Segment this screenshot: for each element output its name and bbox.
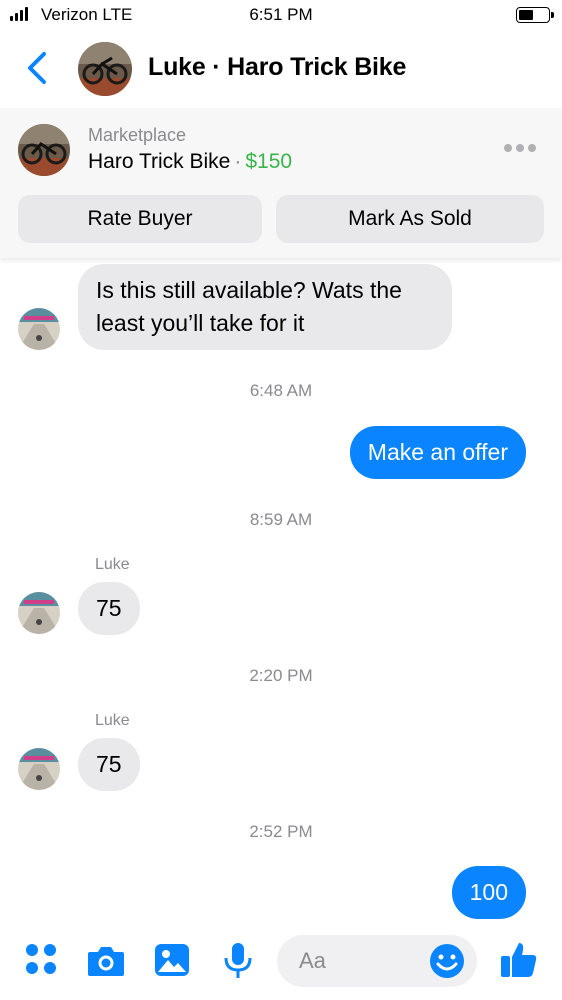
contact-avatar[interactable] bbox=[18, 748, 60, 790]
listing-price: $150 bbox=[245, 150, 293, 173]
status-time: 6:51 PM bbox=[249, 5, 313, 24]
bike-avatar[interactable] bbox=[78, 42, 132, 96]
apps-icon bbox=[26, 944, 56, 974]
camera-icon bbox=[88, 947, 124, 976]
message-input-placeholder: Aa bbox=[299, 948, 326, 973]
message-composer: Aa bbox=[0, 930, 562, 1000]
listing-source: Marketplace bbox=[88, 125, 187, 145]
gallery-icon bbox=[155, 944, 189, 976]
thumbs-up-icon bbox=[501, 943, 537, 977]
microphone-button[interactable] bbox=[218, 940, 258, 980]
listing-item-name: Haro Trick Bike bbox=[88, 150, 231, 173]
listing-thumbnail[interactable] bbox=[18, 124, 70, 176]
emoji-button[interactable] bbox=[429, 943, 465, 979]
message-timestamp: 8:59 AM bbox=[249, 510, 313, 529]
camera-button[interactable] bbox=[86, 940, 126, 980]
sender-name: Luke bbox=[95, 712, 130, 729]
contact-avatar[interactable] bbox=[18, 308, 60, 350]
marketplace-listing-panel: Marketplace Haro Trick Bike · $150 Rate Bu… bbox=[0, 108, 562, 258]
back-button[interactable] bbox=[24, 48, 54, 88]
message-timestamp: 2:20 PM bbox=[249, 666, 313, 685]
chevron-left-icon bbox=[28, 52, 46, 84]
rate-buyer-button[interactable]: Rate Buyer bbox=[18, 195, 262, 243]
thumbs-up-button[interactable] bbox=[498, 938, 538, 978]
message-timestamp: 6:48 AM bbox=[249, 381, 313, 400]
message-bubble-incoming[interactable]: Is this still available? Wats the least … bbox=[78, 264, 452, 350]
more-options-icon[interactable] bbox=[504, 144, 536, 152]
emoji-icon bbox=[430, 944, 464, 978]
sender-name: Luke bbox=[95, 556, 130, 573]
microphone-icon bbox=[224, 943, 252, 978]
message-bubble-incoming[interactable]: 75 bbox=[78, 738, 140, 791]
status-bar: Verizon LTE 6:51 PM bbox=[0, 0, 562, 30]
contact-avatar[interactable] bbox=[18, 592, 60, 634]
message-bubble-outgoing[interactable]: 100 bbox=[451, 866, 526, 919]
apps-button[interactable] bbox=[22, 940, 62, 980]
battery-icon bbox=[516, 7, 554, 23]
conversation-header: Luke · Haro Trick Bike bbox=[0, 30, 562, 108]
page-title: Luke · Haro Trick Bike bbox=[148, 53, 407, 81]
message-input[interactable]: Aa bbox=[277, 935, 477, 987]
mark-as-sold-button[interactable]: Mark As Sold bbox=[276, 195, 544, 243]
message-bubble-incoming[interactable]: 75 bbox=[78, 582, 140, 635]
gallery-button[interactable] bbox=[152, 940, 192, 980]
listing-separator: · bbox=[234, 150, 242, 173]
message-bubble-outgoing[interactable]: Make an offer bbox=[349, 426, 526, 479]
message-timestamp: 2:52 PM bbox=[249, 822, 313, 841]
listing-title[interactable]: Haro Trick Bike · $150 bbox=[88, 150, 292, 174]
